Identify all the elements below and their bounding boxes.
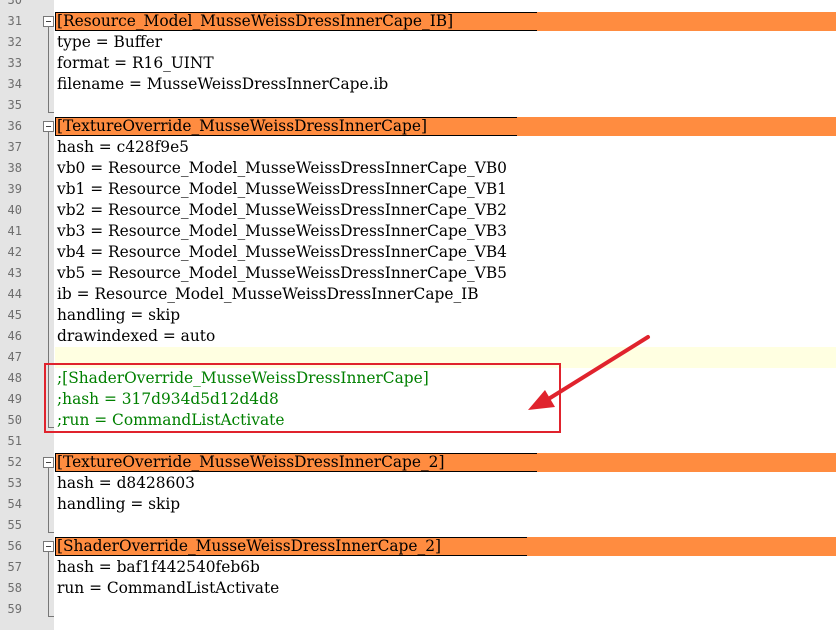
line-number: 52 [7, 455, 22, 469]
code-line[interactable]: 41 vb3 = Resource_Model_MusseWeissDressIn… [0, 221, 836, 242]
fold-collapse-icon[interactable] [43, 457, 54, 468]
line-text: ib = Resource_Model_MusseWeissDressInner… [57, 285, 479, 303]
fold-collapse-icon[interactable] [43, 541, 54, 552]
line-number: 57 [7, 560, 22, 574]
line-number: 30 [7, 0, 22, 7]
code-line[interactable]: 44 ib = Resource_Model_MusseWeissDressInn… [0, 284, 836, 305]
section-header-line[interactable]: 56 [ShaderOverride_MusseWeissDressInnerCa… [0, 536, 836, 557]
line-number: 40 [7, 203, 22, 217]
line-number: 49 [7, 392, 22, 406]
line-number: 53 [7, 476, 22, 490]
fold-guide-line [48, 552, 49, 616]
line-text: vb4 = Resource_Model_MusseWeissDressInne… [57, 243, 507, 261]
line-number: 44 [7, 287, 22, 301]
code-line[interactable]: 58 run = CommandListActivate [0, 578, 836, 599]
line-text: hash = d8428603 [57, 474, 195, 492]
fold-guide-line [48, 468, 49, 532]
code-line[interactable]: 46 drawindexed = auto [0, 326, 836, 347]
section-header-line[interactable]: 36 [TextureOverride_MusseWeissDressInnerC… [0, 116, 836, 137]
line-number: 58 [7, 581, 22, 595]
line-text: vb5 = Resource_Model_MusseWeissDressInne… [57, 264, 507, 282]
code-line[interactable]: 38 vb0 = Resource_Model_MusseWeissDressIn… [0, 158, 836, 179]
line-text: vb1 = Resource_Model_MusseWeissDressInne… [57, 180, 507, 198]
code-line[interactable]: 51 [0, 431, 836, 452]
line-text: hash = baf1f442540feb6b [57, 558, 260, 576]
code-line[interactable]: 54 handling = skip [0, 494, 836, 515]
code-line[interactable]: 33 format = R16_UINT [0, 53, 836, 74]
line-number: 36 [7, 119, 22, 133]
code-line[interactable]: 43 vb5 = Resource_Model_MusseWeissDressIn… [0, 263, 836, 284]
line-text: run = CommandListActivate [57, 579, 280, 597]
line-text: format = R16_UINT [57, 54, 214, 72]
fold-collapse-icon[interactable] [43, 16, 54, 27]
annotation-highlight-box [44, 363, 561, 433]
line-number: 59 [7, 602, 22, 616]
code-line[interactable]: 37 hash = c428f9e5 [0, 137, 836, 158]
line-number: 37 [7, 140, 22, 154]
section-bracket-outline [55, 537, 527, 556]
line-number: 56 [7, 539, 22, 553]
line-number: 46 [7, 329, 22, 343]
fold-end-marker [48, 532, 54, 533]
line-text: filename = MusseWeissDressInnerCape.ib [57, 75, 389, 93]
code-line[interactable]: 53 hash = d8428603 [0, 473, 836, 494]
fold-collapse-icon[interactable] [43, 121, 54, 132]
line-text: handling = skip [57, 495, 181, 513]
code-line[interactable]: 45 handling = skip [0, 305, 836, 326]
line-text: handling = skip [57, 306, 181, 324]
section-bracket-outline [55, 12, 537, 31]
line-text: vb0 = Resource_Model_MusseWeissDressInne… [57, 159, 507, 177]
line-number: 51 [7, 434, 22, 448]
code-line[interactable]: 34 filename = MusseWeissDressInnerCape.ib [0, 74, 836, 95]
line-number: 33 [7, 56, 22, 70]
line-text: vb3 = Resource_Model_MusseWeissDressInne… [57, 222, 507, 240]
line-text: vb2 = Resource_Model_MusseWeissDressInne… [57, 201, 507, 219]
line-number: 31 [7, 14, 22, 28]
line-number: 42 [7, 245, 22, 259]
code-line[interactable]: 40 vb2 = Resource_Model_MusseWeissDressIn… [0, 200, 836, 221]
line-number: 50 [7, 413, 22, 427]
section-header-line[interactable]: 31 [Resource_Model_MusseWeissDressInnerCa… [0, 11, 836, 32]
line-number: 45 [7, 308, 22, 322]
line-text: hash = c428f9e5 [57, 138, 189, 156]
section-bracket-outline [55, 453, 537, 472]
fold-guide-line [48, 27, 49, 112]
code-line[interactable]: 39 vb1 = Resource_Model_MusseWeissDressIn… [0, 179, 836, 200]
line-number: 32 [7, 35, 22, 49]
line-number: 55 [7, 518, 22, 532]
line-number: 47 [7, 350, 22, 364]
code-line[interactable]: 32 type = Buffer [0, 32, 836, 53]
fold-end-marker [48, 616, 54, 617]
line-number: 38 [7, 161, 22, 175]
line-number: 34 [7, 77, 22, 91]
line-number: 41 [7, 224, 22, 238]
line-text: type = Buffer [57, 33, 163, 51]
section-bracket-outline [55, 117, 517, 136]
line-text: drawindexed = auto [57, 327, 216, 345]
line-number: 39 [7, 182, 22, 196]
code-line[interactable]: 42 vb4 = Resource_Model_MusseWeissDressIn… [0, 242, 836, 263]
code-line[interactable]: 59 [0, 599, 836, 620]
section-header-line[interactable]: 52 [TextureOverride_MusseWeissDressInnerC… [0, 452, 836, 473]
code-editor[interactable]: 30 31 [Resource_Model_MusseWeissDressInner… [0, 0, 836, 630]
line-number: 54 [7, 497, 22, 511]
line-number: 35 [7, 98, 22, 112]
annotation-arrow-icon [528, 335, 650, 410]
fold-end-marker [48, 112, 54, 113]
code-line[interactable]: 57 hash = baf1f442540feb6b [0, 557, 836, 578]
code-line[interactable]: 35 [0, 95, 836, 116]
line-number: 48 [7, 371, 22, 385]
code-line[interactable]: 30 [0, 0, 836, 11]
code-line[interactable]: 55 [0, 515, 836, 536]
line-number: 43 [7, 266, 22, 280]
